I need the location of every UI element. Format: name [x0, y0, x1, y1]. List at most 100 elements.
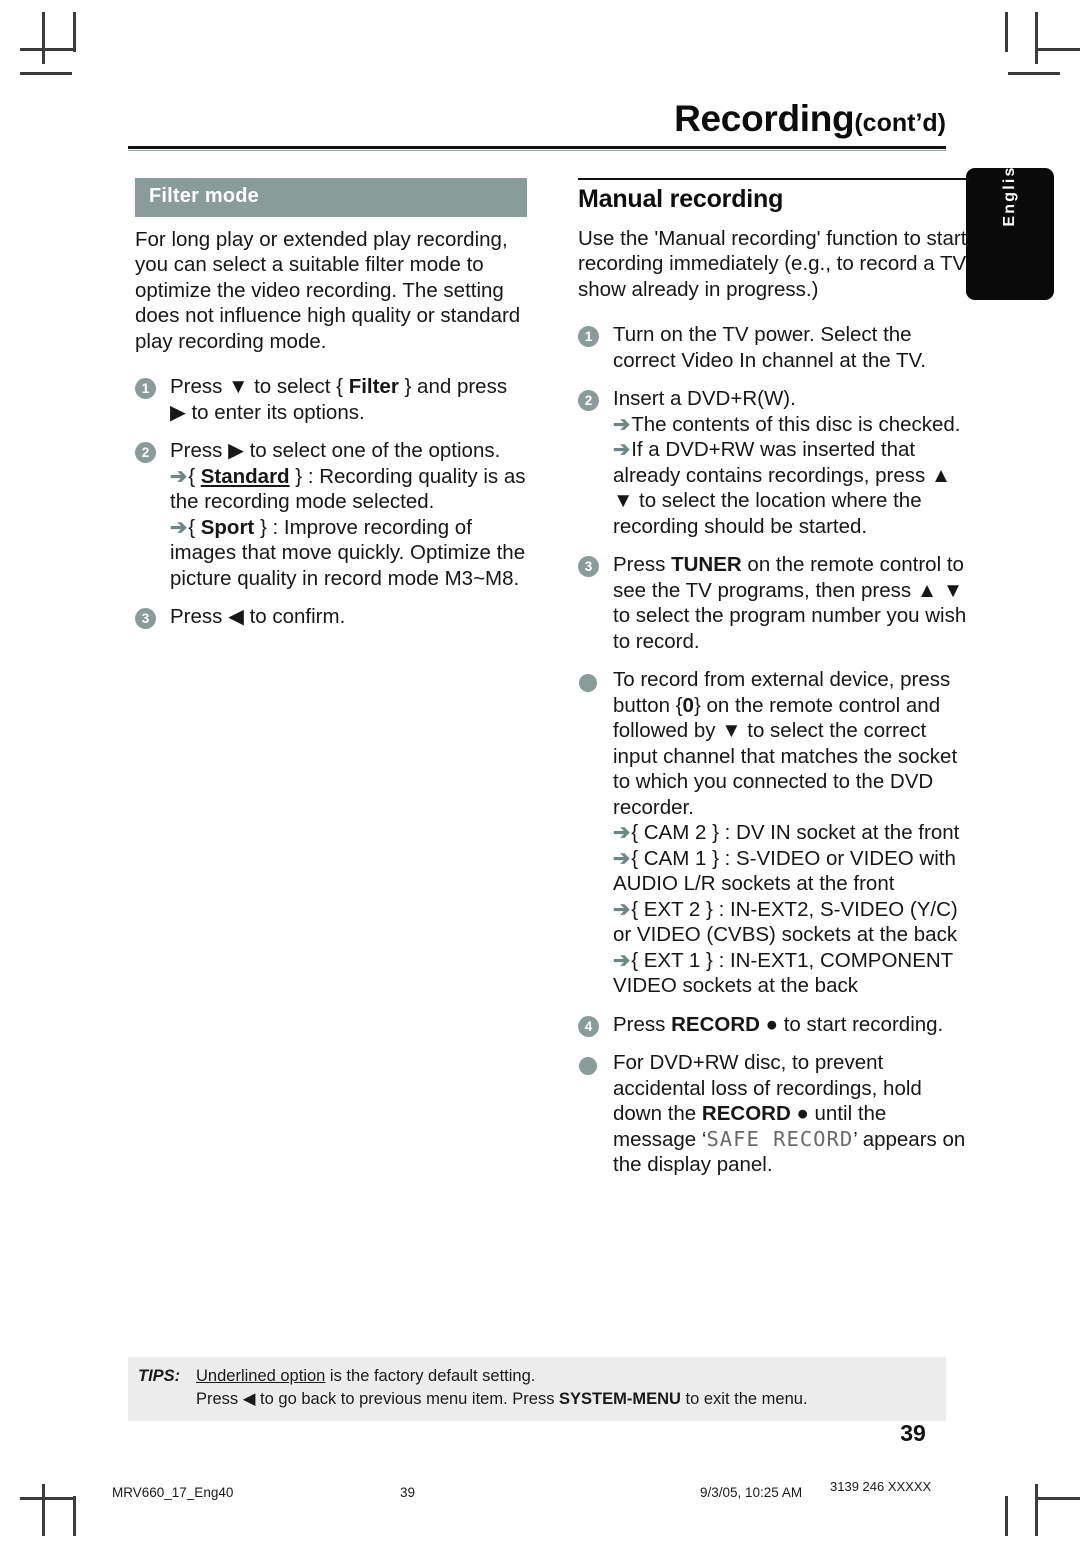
manual-recording-rule	[578, 178, 970, 180]
external-device-arrow-item: ➔{ CAM 1 } : S-VIDEO or VIDEO with AUDIO…	[613, 846, 970, 897]
filter-mode-s1-text-2: to select one of the options.	[243, 439, 501, 462]
crop-mark-top-right-bleed-v	[1005, 12, 1008, 52]
safe-record: For DVD+RW disc, to prevent accidental l…	[578, 1050, 970, 1178]
right-arrow-icon: ➔	[613, 821, 631, 844]
right-arrow-icon: ➔	[613, 438, 631, 461]
external-device: To record from external device, press bu…	[578, 667, 970, 999]
filter-mode-intro: For long play or extended play recording…	[135, 227, 521, 353]
external-device-text: To record from external device, press bu…	[613, 668, 970, 999]
safe-record-text: For DVD+RW disc, to prevent accidental l…	[613, 1051, 965, 1176]
tips-box: TIPS: Underlined option is the factory d…	[128, 1357, 946, 1421]
record-start-step-text: Press RECORD ● to start recording.	[613, 1012, 970, 1038]
language-tab-label: English	[1001, 153, 1018, 227]
filter-mode-s1-arrow-1-bold-1: Sport	[200, 515, 255, 539]
section-heading-filter-mode: Filter mode	[135, 178, 527, 217]
crop-mark-top-left-bleed-h	[20, 72, 72, 75]
filter-mode-s0-text-2: to select {	[248, 375, 349, 398]
external-device-arrow-0-text-0: { CAM 2 } : DV IN socket at the front	[631, 821, 960, 844]
filter-mode-s1-glyph-1: ▶	[228, 439, 244, 462]
tips-line-2-pre: Press	[196, 1390, 243, 1408]
manual-recording-s2-glyph-3: ▲ ▼	[916, 578, 964, 602]
left-column: Filter mode For long play or extended pl…	[135, 178, 527, 643]
manual-recording-s1-arrow-1-text-0: If a DVD+RW was inserted that already co…	[613, 438, 931, 487]
manual-recording-s1-arrow-1-text-2: to select the location where the recordi…	[613, 489, 922, 538]
filter-mode-s1-arrow-0-option-1: Standard	[200, 464, 290, 488]
filter-mode-steps: 1 Press ▼ to select { Filter } and press …	[135, 374, 527, 630]
external-device-arrow-1-text-0: { CAM 1 } : S-VIDEO or VIDEO with AUDIO …	[613, 846, 956, 896]
record-start-step: 4 Press RECORD ● to start recording.	[578, 1012, 970, 1038]
filter-mode-step-text: Press ▼ to select { Filter } and press ▶…	[170, 374, 527, 425]
external-device-glyph-3: ▼	[721, 719, 742, 742]
step-number-badge: 3	[578, 556, 599, 577]
manual-recording-step-text: Turn on the TV power. Select the correct…	[613, 322, 970, 373]
tips-underlined-option: Underlined option	[196, 1367, 326, 1385]
step-number-badge: 1	[135, 378, 156, 399]
header-rule-accent	[128, 150, 946, 151]
filter-mode-s0-text-6: to enter its options.	[185, 400, 365, 424]
crop-mark-top-right-horizontal	[1035, 48, 1080, 51]
crop-mark-top-left-bleed-v	[73, 12, 76, 52]
language-tab: English	[966, 153, 1054, 300]
record-start-step: 4 Press RECORD ● to start recording.	[578, 1012, 970, 1038]
crop-mark-top-right-vertical	[1035, 12, 1038, 64]
filter-mode-s1-arrow-item: ➔{ Standard } : Recording quality is as …	[170, 464, 527, 515]
record-start-s0-bold-1: RECORD	[671, 1012, 760, 1036]
left-arrow-icon: ◀	[242, 1390, 256, 1408]
tips-line-2-post: to exit the menu.	[680, 1390, 808, 1408]
filter-mode-s1-arrow-0-text-0: {	[188, 464, 201, 488]
safe-record-bullet: For DVD+RW disc, to prevent accidental l…	[578, 1050, 970, 1178]
tips-line-1-text: Underlined option is the factory default…	[196, 1365, 535, 1388]
manual-recording-step-text: Insert a DVD+R(W). ➔The contents of this …	[613, 386, 970, 539]
tips-line-1: TIPS: Underlined option is the factory d…	[128, 1365, 946, 1388]
crop-mark-top-left-horizontal	[20, 48, 75, 51]
manual-recording-step: 1 Turn on the TV power. Select the correc…	[578, 322, 970, 373]
page-number: 39	[900, 1420, 926, 1446]
external-device-arrow-item: ➔{ CAM 2 } : DV IN socket at the front	[613, 820, 970, 846]
step-number-badge: 1	[578, 326, 599, 347]
print-footer-page: 39	[400, 1485, 416, 1500]
print-footer-code: 3139 246 XXXXX	[830, 1479, 932, 1494]
right-arrow-icon: ➔	[170, 464, 188, 488]
step-number-badge: 4	[578, 1015, 599, 1037]
page-title-main: Recording	[674, 98, 855, 139]
manual-recording-s0-text-0: Turn on the TV power. Select the correct…	[613, 323, 927, 372]
record-start-s0-glyph-2: ●	[759, 1012, 779, 1036]
manual-recording-s2-text-4: to select the program number you wish to…	[613, 604, 967, 653]
external-device-arrow-3-text-0: { EXT 1 } : IN-EXT1, COMPONENT VIDEO soc…	[613, 948, 953, 998]
manual-recording-step: 3 Press TUNER on the remote control to se…	[578, 552, 970, 654]
step-number-badge: 3	[135, 608, 156, 629]
tips-system-menu-label: SYSTEM-MENU	[559, 1390, 681, 1408]
page-title: Recording(cont’d)	[128, 100, 946, 137]
filter-mode-s1-text-0: Press	[170, 439, 229, 462]
step-number-badge: 2	[578, 390, 599, 411]
page-title-contd: (cont’d)	[854, 109, 946, 137]
external-device-arrow-item: ➔{ EXT 1 } : IN-EXT1, COMPONENT VIDEO so…	[613, 948, 970, 999]
step-number-badge: 2	[135, 442, 156, 463]
right-arrow-icon: ➔	[613, 846, 631, 870]
filter-mode-step: 2 Press ▶ to select one of the options. ➔{…	[135, 438, 527, 591]
tips-line-1-rest: is the factory default setting.	[325, 1367, 536, 1385]
manual-recording-step-text: Press TUNER on the remote control to see…	[613, 552, 970, 654]
filter-mode-step-text: Press ◀ to confirm.	[170, 604, 527, 630]
manual-recording-s1-text-0: Insert a DVD+R(W).	[613, 387, 796, 410]
print-footer-date: 9/3/05, 10:25 AM	[700, 1485, 803, 1500]
manual-recording-steps: 1 Turn on the TV power. Select the correc…	[578, 322, 970, 654]
external-device-bold-1: 0	[682, 693, 694, 717]
print-footer-filename: MRV660_17_Eng40	[112, 1485, 234, 1500]
external-device-bullet: To record from external device, press bu…	[578, 667, 970, 999]
crop-mark-top-left-vertical	[42, 12, 45, 64]
safe-record-bold-1: RECORD	[701, 1102, 791, 1125]
bullet-dot-icon	[579, 674, 597, 692]
filter-mode-s0-text-0: Press	[170, 375, 229, 398]
filter-mode-s2-text-2: to confirm.	[243, 605, 346, 628]
crop-mark-top-right-bleed-h	[1008, 72, 1060, 75]
right-arrow-icon: ➔	[613, 412, 631, 436]
filter-mode-step: 1 Press ▼ to select { Filter } and press …	[135, 374, 527, 425]
manual-recording-s2-text-0: Press	[613, 553, 672, 576]
print-footer: MRV660_17_Eng40 39 9/3/05, 10:25 AM 3139…	[0, 1479, 1080, 1507]
filter-mode-s1-arrow-item: ➔{ Sport } : Improve recording of images…	[170, 515, 527, 592]
filter-mode-s0-glyph-5: ▶	[170, 400, 186, 424]
tips-line-2: Press ◀ to go back to previous menu item…	[128, 1388, 946, 1411]
external-device-arrow-2-text-0: { EXT 2 } : IN-EXT2, S-VIDEO (Y/C) or VI…	[613, 897, 958, 947]
manual-recording-s2-bold-1: TUNER	[671, 553, 742, 576]
